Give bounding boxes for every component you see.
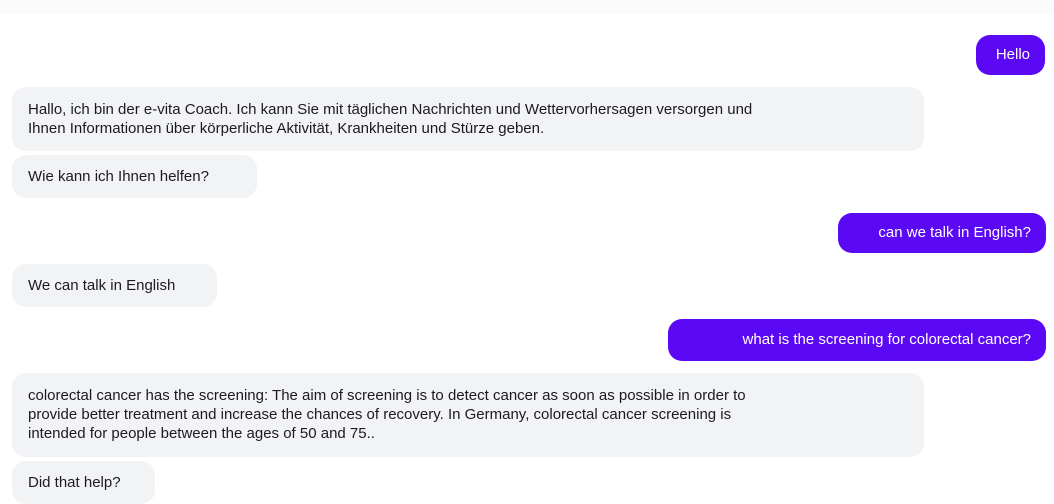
user-message-bubble: what is the screening for colorectal can… — [668, 319, 1046, 361]
message-text-line: can we talk in English? — [878, 224, 1031, 241]
message-text-line: intended for people between the ages of … — [28, 425, 375, 442]
message-text-line: provide better treatment and increase th… — [28, 406, 732, 423]
chat-transcript: Hello Hallo, ich bin der e-vita Coach. I… — [0, 0, 1054, 504]
message-text-line: Hello — [995, 46, 1030, 63]
bot-message-bubble: Hallo, ich bin der e-vita Coach. Ich kan… — [12, 87, 924, 151]
message-text-line: Wie kann ich Ihnen helfen? — [28, 168, 209, 185]
bot-message-bubble: Did that help? — [12, 461, 155, 504]
bot-message-bubble: We can talk in English — [12, 264, 217, 307]
message-text-line: We can talk in English — [28, 277, 176, 294]
message-text-line: Did that help? — [28, 474, 121, 491]
message-text-line: colorectal cancer has the screening: The… — [28, 387, 746, 404]
message-text-line: Ihnen Informationen über körperliche Akt… — [28, 120, 545, 137]
message-text-line: Hallo, ich bin der e-vita Coach. Ich kan… — [28, 101, 753, 118]
user-message-bubble: Hello — [976, 35, 1045, 75]
user-message-bubble: can we talk in English? — [838, 213, 1046, 253]
chat-top-edge — [0, 0, 1054, 14]
bot-message-bubble: colorectal cancer has the screening: The… — [12, 373, 924, 457]
message-text-line: what is the screening for colorectal can… — [742, 331, 1031, 348]
bot-message-bubble: Wie kann ich Ihnen helfen? — [12, 155, 257, 198]
